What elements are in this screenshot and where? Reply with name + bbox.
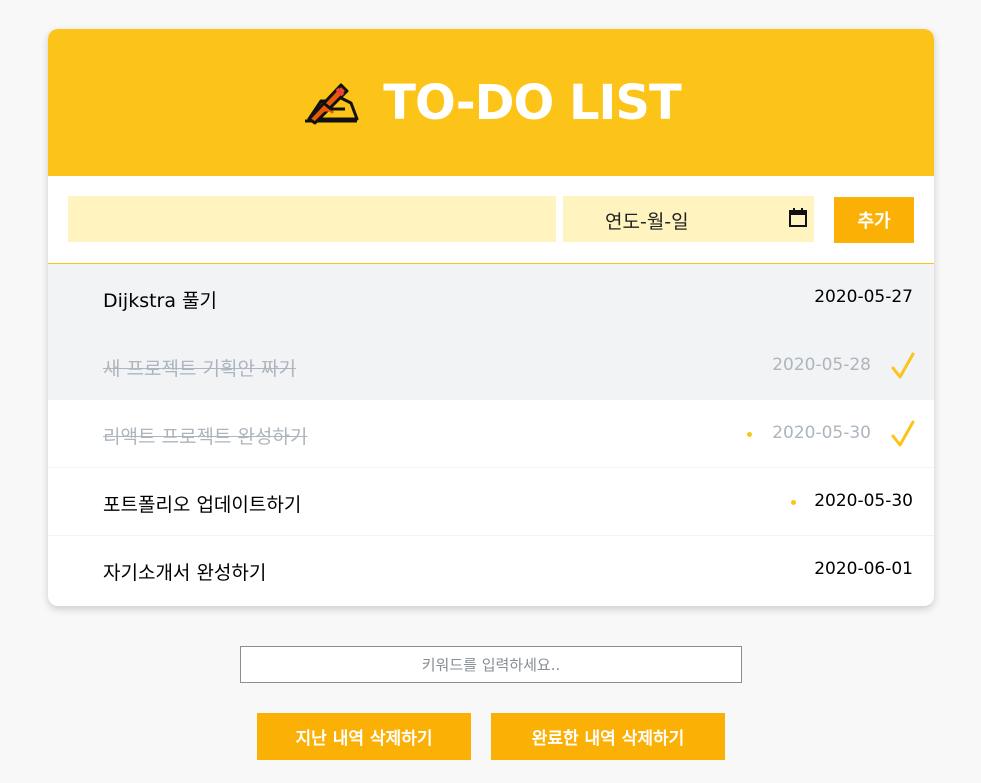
date-input-placeholder: 연도-월-일 — [605, 211, 689, 233]
todo-item-date: 2020-05-30 — [814, 491, 913, 511]
todo-item[interactable]: 리액트 프로젝트 완성하기 2020-05-30 — [48, 400, 934, 468]
dot-indicator — [791, 500, 796, 505]
todo-item-date: 2020-05-30 — [772, 423, 871, 443]
todo-text-input[interactable] — [68, 196, 556, 242]
calendar-icon[interactable] — [788, 208, 808, 228]
todo-item[interactable]: 자기소개서 완성하기 2020-06-01 — [48, 536, 934, 604]
todo-item-text: Dijkstra 풀기 — [103, 290, 217, 312]
check-icon[interactable] — [890, 419, 916, 449]
todo-item[interactable]: Dijkstra 풀기 2020-05-27 — [48, 264, 934, 332]
dot-indicator — [747, 432, 752, 437]
todo-card: TO-DO LIST 연도-월-일 추가 Dijkstra 풀기 2020-05… — [48, 29, 934, 606]
todo-item-date: 2020-05-28 — [772, 355, 871, 375]
add-button[interactable]: 추가 — [834, 197, 914, 243]
todo-item-date: 2020-06-01 — [814, 559, 913, 579]
todo-item-text: 포트폴리오 업데이트하기 — [103, 494, 302, 516]
todo-item[interactable]: 새 프로젝트 기획안 짜기 2020-05-28 — [48, 332, 934, 400]
search-input[interactable] — [240, 646, 742, 683]
date-input[interactable]: 연도-월-일 — [563, 196, 814, 242]
writing-hand-icon — [305, 83, 359, 124]
todo-item-text: 새 프로젝트 기획안 짜기 — [103, 358, 296, 380]
delete-done-button[interactable]: 완료한 내역 삭제하기 — [491, 713, 725, 760]
todo-item-date: 2020-05-27 — [814, 287, 913, 307]
todo-item-text: 리액트 프로젝트 완성하기 — [103, 426, 308, 448]
todo-item[interactable]: 포트폴리오 업데이트하기 2020-05-30 — [48, 468, 934, 536]
page-title: TO-DO LIST — [383, 74, 681, 131]
todo-list: Dijkstra 풀기 2020-05-27 새 프로젝트 기획안 짜기 202… — [48, 264, 934, 604]
check-icon[interactable] — [890, 351, 916, 381]
todo-form: 연도-월-일 추가 — [48, 176, 934, 264]
header: TO-DO LIST — [48, 29, 934, 176]
delete-past-button[interactable]: 지난 내역 삭제하기 — [257, 713, 471, 760]
todo-item-text: 자기소개서 완성하기 — [103, 562, 267, 584]
